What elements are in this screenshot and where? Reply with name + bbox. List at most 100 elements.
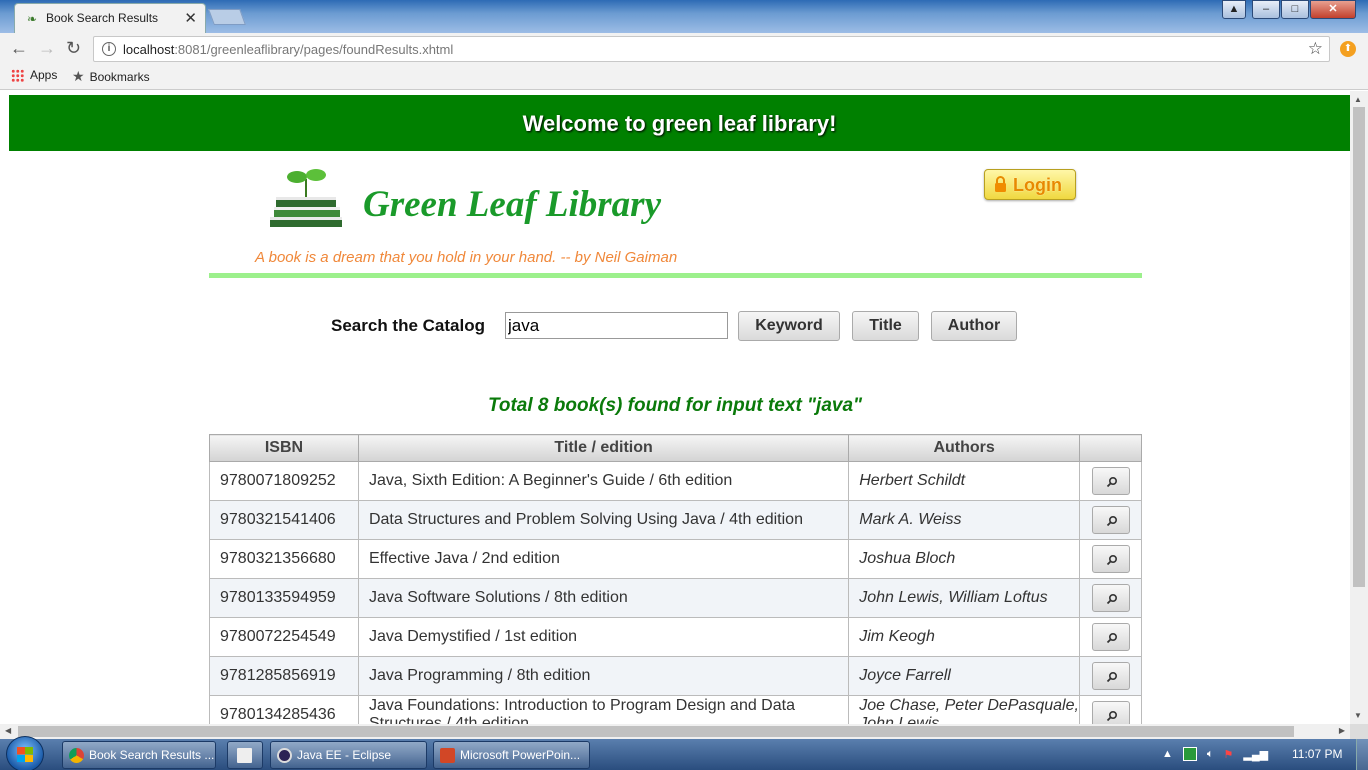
window-titlebar: ❧ Book Search Results ✕ ▲ – □ ✕ bbox=[0, 0, 1368, 33]
show-desktop-button[interactable] bbox=[1356, 739, 1368, 770]
windows-taskbar: Book Search Results ... Java EE - Eclips… bbox=[0, 736, 1368, 770]
table-row: 9780321541406 Data Structures and Problem… bbox=[209, 500, 1142, 540]
library-logo-title: Green Leaf Library bbox=[363, 184, 661, 225]
taskbar-item-chrome[interactable]: Book Search Results ... bbox=[62, 741, 216, 769]
app-tray-icon[interactable] bbox=[1182, 747, 1197, 761]
forward-arrow-icon[interactable]: → bbox=[38, 38, 56, 58]
authors-column-header[interactable]: Authors bbox=[848, 434, 1081, 462]
view-details-button[interactable] bbox=[1091, 701, 1130, 724]
maximize-button[interactable]: □ bbox=[1281, 0, 1309, 19]
apps-label: Apps bbox=[30, 68, 58, 82]
action-cell bbox=[1079, 500, 1142, 540]
magnifier-icon bbox=[1106, 515, 1117, 527]
apps-shortcut[interactable]: Apps bbox=[11, 68, 57, 82]
title-cell: Data Structures and Problem Solving Usin… bbox=[357, 500, 850, 540]
action-cell bbox=[1079, 617, 1142, 657]
volume-icon[interactable]: 🔈︎ bbox=[1207, 748, 1214, 761]
action-center-icon[interactable]: ⚑ bbox=[1224, 748, 1234, 761]
action-cell bbox=[1079, 461, 1142, 501]
title-cell: Effective Java / 2nd edition bbox=[357, 539, 850, 579]
vertical-scroll-thumb[interactable] bbox=[1353, 107, 1365, 587]
browser-tab[interactable]: ❧ Book Search Results ✕ bbox=[14, 3, 206, 33]
network-signal-icon[interactable]: ▂▄▆ bbox=[1243, 748, 1268, 761]
bookmark-star-icon[interactable]: ☆ bbox=[1308, 39, 1323, 59]
welcome-banner: Welcome to green leaf library! bbox=[9, 95, 1350, 151]
taskbar-item-powerpoint[interactable]: Microsoft PowerPoin... bbox=[433, 741, 590, 769]
scroll-down-arrow-icon[interactable]: ▼ bbox=[1354, 711, 1362, 720]
view-details-button[interactable] bbox=[1091, 506, 1130, 534]
screen: ❧ Book Search Results ✕ ▲ – □ ✕ ← → ↻ i … bbox=[0, 0, 1368, 770]
info-icon[interactable]: i bbox=[102, 42, 116, 56]
browser-toolbar: ← → ↻ i localhost:8081/greenleaflibrary/… bbox=[0, 33, 1368, 64]
title-cell: Java, Sixth Edition: A Beginner's Guide … bbox=[357, 461, 850, 501]
bookmarks-shortcut[interactable]: ★ Bookmarks bbox=[72, 68, 150, 85]
library-favicon-icon: ❧ bbox=[27, 12, 38, 26]
page-viewport: Welcome to green leaf library! Green Lea… bbox=[0, 91, 1350, 724]
tab-title: Book Search Results bbox=[46, 11, 159, 25]
back-arrow-icon[interactable]: ← bbox=[10, 38, 28, 58]
view-details-button[interactable] bbox=[1091, 623, 1130, 651]
start-button[interactable] bbox=[6, 736, 44, 770]
search-input[interactable] bbox=[505, 312, 728, 339]
taskbar-item-eclipse[interactable]: Java EE - Eclipse bbox=[270, 741, 427, 769]
url-text: localhost:8081/greenleaflibrary/pages/fo… bbox=[123, 42, 453, 57]
authors-cell: Joe Chase, Peter DePasquale, John Lewis bbox=[848, 695, 1081, 724]
horizontal-scroll-thumb[interactable] bbox=[18, 726, 1294, 737]
view-details-button[interactable] bbox=[1091, 584, 1130, 612]
taskbar-item-label: Microsoft PowerPoin... bbox=[460, 748, 581, 762]
user-profile-icon[interactable]: ▲ bbox=[1222, 0, 1246, 19]
star-icon: ★ bbox=[72, 68, 85, 84]
results-count-message: Total 8 book(s) found for input text "ja… bbox=[487, 395, 863, 416]
vertical-scrollbar[interactable]: ▲ ▼ bbox=[1350, 91, 1368, 724]
author-search-button[interactable]: Author bbox=[931, 311, 1017, 341]
bookmarks-label: Bookmarks bbox=[89, 69, 150, 84]
scrollbar-corner bbox=[1350, 724, 1368, 739]
table-row: 9780134285436 Java Foundations: Introduct… bbox=[209, 695, 1142, 724]
title-column-header[interactable]: Title / edition bbox=[357, 434, 850, 462]
scroll-left-arrow-icon[interactable]: ◀ bbox=[5, 726, 11, 735]
scroll-right-arrow-icon[interactable]: ▶ bbox=[1339, 726, 1345, 735]
search-label: Search the Catalog bbox=[331, 316, 485, 335]
address-bar[interactable]: i localhost:8081/greenleaflibrary/pages/… bbox=[93, 36, 1330, 62]
action-column-header bbox=[1079, 434, 1142, 462]
close-window-button[interactable]: ✕ bbox=[1310, 0, 1356, 19]
isbn-column-header[interactable]: ISBN bbox=[209, 434, 359, 462]
chrome-icon bbox=[69, 748, 84, 763]
authors-cell: Joshua Bloch bbox=[848, 539, 1081, 579]
isbn-cell: 9780071809252 bbox=[209, 461, 359, 501]
taskbar-clock[interactable]: 11:07 PM bbox=[1292, 747, 1342, 761]
apps-grid-icon bbox=[11, 68, 24, 82]
banner-text: Welcome to green leaf library! bbox=[522, 111, 837, 136]
title-cell: Java Software Solutions / 8th edition bbox=[357, 578, 850, 618]
tab-close-icon[interactable]: ✕ bbox=[184, 9, 197, 27]
magnifier-icon bbox=[1106, 476, 1117, 488]
authors-cell: Jim Keogh bbox=[848, 617, 1081, 657]
new-tab-button[interactable] bbox=[208, 9, 246, 25]
magnifier-icon bbox=[1106, 710, 1117, 722]
view-details-button[interactable] bbox=[1091, 467, 1130, 495]
scroll-up-arrow-icon[interactable]: ▲ bbox=[1354, 95, 1362, 104]
login-button[interactable]: Login bbox=[984, 169, 1076, 200]
title-search-button[interactable]: Title bbox=[852, 311, 919, 341]
eclipse-icon bbox=[277, 748, 292, 763]
title-cell: Java Demystified / 1st edition bbox=[357, 617, 850, 657]
window-controls: ▲ – □ ✕ bbox=[1221, 0, 1356, 20]
taskbar-item-calculator[interactable] bbox=[227, 741, 263, 769]
magnifier-icon bbox=[1106, 593, 1117, 605]
extension-icon[interactable]: ⬆ bbox=[1340, 41, 1356, 57]
show-hidden-icons-icon[interactable]: ▲ bbox=[1162, 748, 1173, 760]
view-details-button[interactable] bbox=[1091, 662, 1130, 690]
keyword-search-button[interactable]: Keyword bbox=[738, 311, 840, 341]
reload-icon[interactable]: ↻ bbox=[66, 38, 81, 58]
view-details-button[interactable] bbox=[1091, 545, 1130, 573]
system-tray: ▲ 🔈︎ ⚑ ▂▄▆ bbox=[1162, 747, 1268, 761]
magnifier-icon bbox=[1106, 632, 1117, 644]
minimize-button[interactable]: – bbox=[1252, 0, 1280, 19]
isbn-cell: 9780134285436 bbox=[209, 695, 359, 724]
magnifier-icon bbox=[1106, 671, 1117, 683]
table-row: 9780072254549 Java Demystified / 1st edit… bbox=[209, 617, 1142, 657]
magnifier-icon bbox=[1106, 554, 1117, 566]
action-cell bbox=[1079, 539, 1142, 579]
horizontal-scrollbar[interactable]: ◀ ▶ bbox=[0, 724, 1350, 739]
taskbar-item-label: Java EE - Eclipse bbox=[297, 748, 392, 762]
